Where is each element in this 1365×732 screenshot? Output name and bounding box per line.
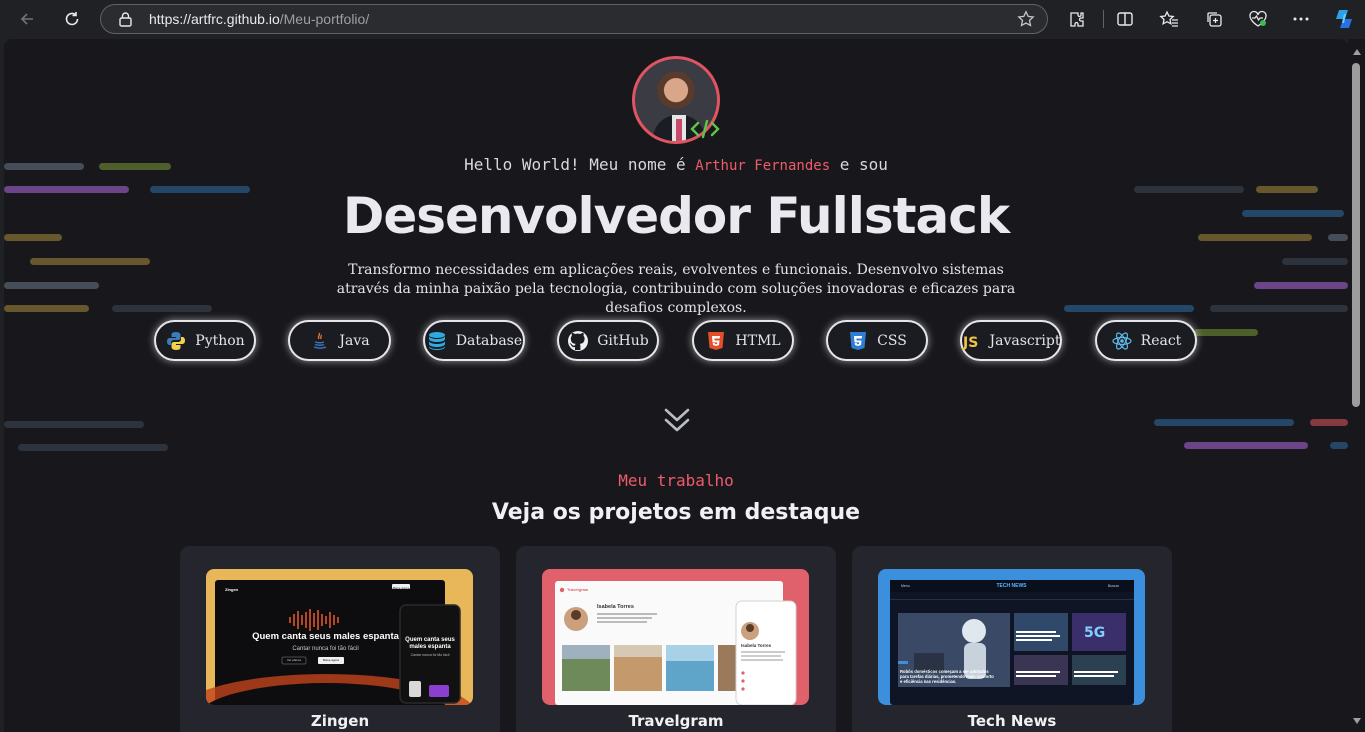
project-title: Travelgram — [628, 712, 724, 730]
javascript-icon: JS — [962, 330, 984, 352]
technews-headline: Robôs domésticos começam a ser adotados … — [900, 669, 994, 685]
zingen-plans-button: Ver planos — [286, 658, 302, 662]
skill-label: GitHub — [597, 332, 649, 349]
skill-html[interactable]: HTML — [692, 320, 794, 361]
scroll-down-arrow-icon[interactable] — [1353, 718, 1361, 724]
developer-name: Arthur Fernandes — [695, 158, 831, 174]
skill-label: CSS — [877, 332, 907, 349]
zingen-subheading: Cantar nunca foi tão fácil — [292, 646, 359, 652]
skill-python[interactable]: Python — [154, 320, 256, 361]
skill-css[interactable]: CSS — [826, 320, 928, 361]
travelgram-profile-name: Isabela Torres — [597, 604, 634, 610]
project-card-zingen[interactable]: Zingen Baixe agora Quem canta seus males… — [180, 546, 500, 732]
zingen-nav-logo: Zingen — [225, 587, 239, 592]
hero-description: Transformo necessidades em aplicações re… — [336, 262, 1016, 316]
url-host: https://artfrc.github.io — [149, 11, 280, 27]
favorites-icon[interactable] — [1158, 8, 1180, 30]
skill-label: Database — [455, 332, 523, 349]
skill-label: HTML — [735, 332, 781, 349]
performance-icon[interactable] — [1247, 8, 1269, 30]
hero-greeting: Hello World! Meu nome é Arthur Fernandes… — [4, 155, 1348, 174]
skill-label: React — [1140, 332, 1182, 349]
skill-javascript[interactable]: JS Javascript — [960, 320, 1062, 361]
favorite-star-icon[interactable] — [1017, 10, 1035, 28]
skill-java[interactable]: Java — [288, 320, 391, 361]
project-card-travelgram[interactable]: Travelgram Isabela Torres Isabela Torres… — [516, 546, 836, 732]
github-icon — [567, 330, 589, 352]
copilot-icon[interactable] — [1331, 6, 1357, 32]
zingen-phone-heading: Quem canta seus males espanta — [405, 637, 455, 650]
project-thumbnail[interactable]: Travelgram Isabela Torres Isabela Torres — [542, 569, 809, 705]
travelgram-phone-profile-name: Isabela Torres — [741, 643, 772, 648]
browser-toolbar: https://artfrc.github.io/Meu-portfolio/ — [0, 0, 1365, 38]
split-screen-icon[interactable] — [1114, 8, 1136, 30]
database-icon — [426, 330, 448, 352]
zingen-download-button: Baixe agora — [322, 658, 339, 662]
skill-label: Javascript — [989, 332, 1061, 349]
project-title: Tech News — [967, 712, 1057, 730]
project-title: Zingen — [310, 712, 370, 730]
css3-icon — [847, 330, 869, 352]
svg-text:JS: JS — [962, 335, 978, 351]
work-kicker: Meu trabalho — [618, 471, 734, 490]
project-thumbnail[interactable]: 5G Menu TECH NEWS Buscar Robôs doméstico… — [878, 569, 1145, 705]
toolbar-divider — [1103, 10, 1104, 28]
react-icon — [1111, 330, 1133, 352]
address-bar[interactable]: https://artfrc.github.io/Meu-portfolio/ — [100, 4, 1048, 34]
zingen-nav-button: Baixe agora — [393, 586, 410, 590]
travelgram-logo: Travelgram — [567, 587, 589, 592]
scrollbar-thumb[interactable] — [1352, 63, 1360, 407]
zingen-heading: Quem canta seus males espanta — [252, 631, 399, 642]
greeting-after: e sou — [830, 155, 888, 174]
technews-search-label: Buscar — [1108, 584, 1119, 588]
skill-database[interactable]: Database — [423, 320, 525, 361]
back-arrow-icon[interactable] — [10, 2, 44, 36]
page-scrollbar[interactable] — [1348, 39, 1365, 732]
extensions-icon[interactable] — [1066, 8, 1088, 30]
skill-label: Java — [339, 332, 370, 349]
scroll-up-arrow-icon[interactable] — [1353, 49, 1361, 55]
portfolio-page: Hello World! Meu nome é Arthur Fernandes… — [4, 39, 1348, 732]
technews-logo: TECH NEWS — [996, 583, 1027, 589]
java-icon — [309, 330, 331, 352]
python-icon — [165, 330, 187, 352]
svg-text:5G: 5G — [1084, 625, 1105, 641]
project-thumbnail[interactable]: Zingen Baixe agora Quem canta seus males… — [206, 569, 473, 705]
html5-icon — [705, 330, 727, 352]
more-icon[interactable] — [1290, 8, 1312, 30]
url-text: https://artfrc.github.io/Meu-portfolio/ — [149, 11, 369, 27]
zingen-phone-sub: Cantar nunca foi tão fácil — [410, 653, 450, 657]
skill-label: Python — [195, 332, 245, 349]
greeting-before: Hello World! Meu nome é — [464, 155, 696, 174]
url-path: /Meu-portfolio/ — [279, 11, 370, 27]
project-card-tech-news[interactable]: 5G Menu TECH NEWS Buscar Robôs doméstico… — [852, 546, 1172, 732]
lock-icon[interactable] — [119, 11, 133, 27]
skill-github[interactable]: GitHub — [557, 320, 659, 361]
work-title: Veja os projetos em destaque — [491, 500, 861, 525]
scroll-down-chevrons-icon[interactable] — [663, 405, 691, 435]
code-brackets-icon — [688, 117, 722, 141]
hero-headline: Desenvolvedor Fullstack — [342, 187, 1010, 245]
collections-icon[interactable] — [1203, 8, 1225, 30]
reload-icon[interactable] — [55, 2, 89, 36]
skill-react[interactable]: React — [1095, 320, 1197, 361]
